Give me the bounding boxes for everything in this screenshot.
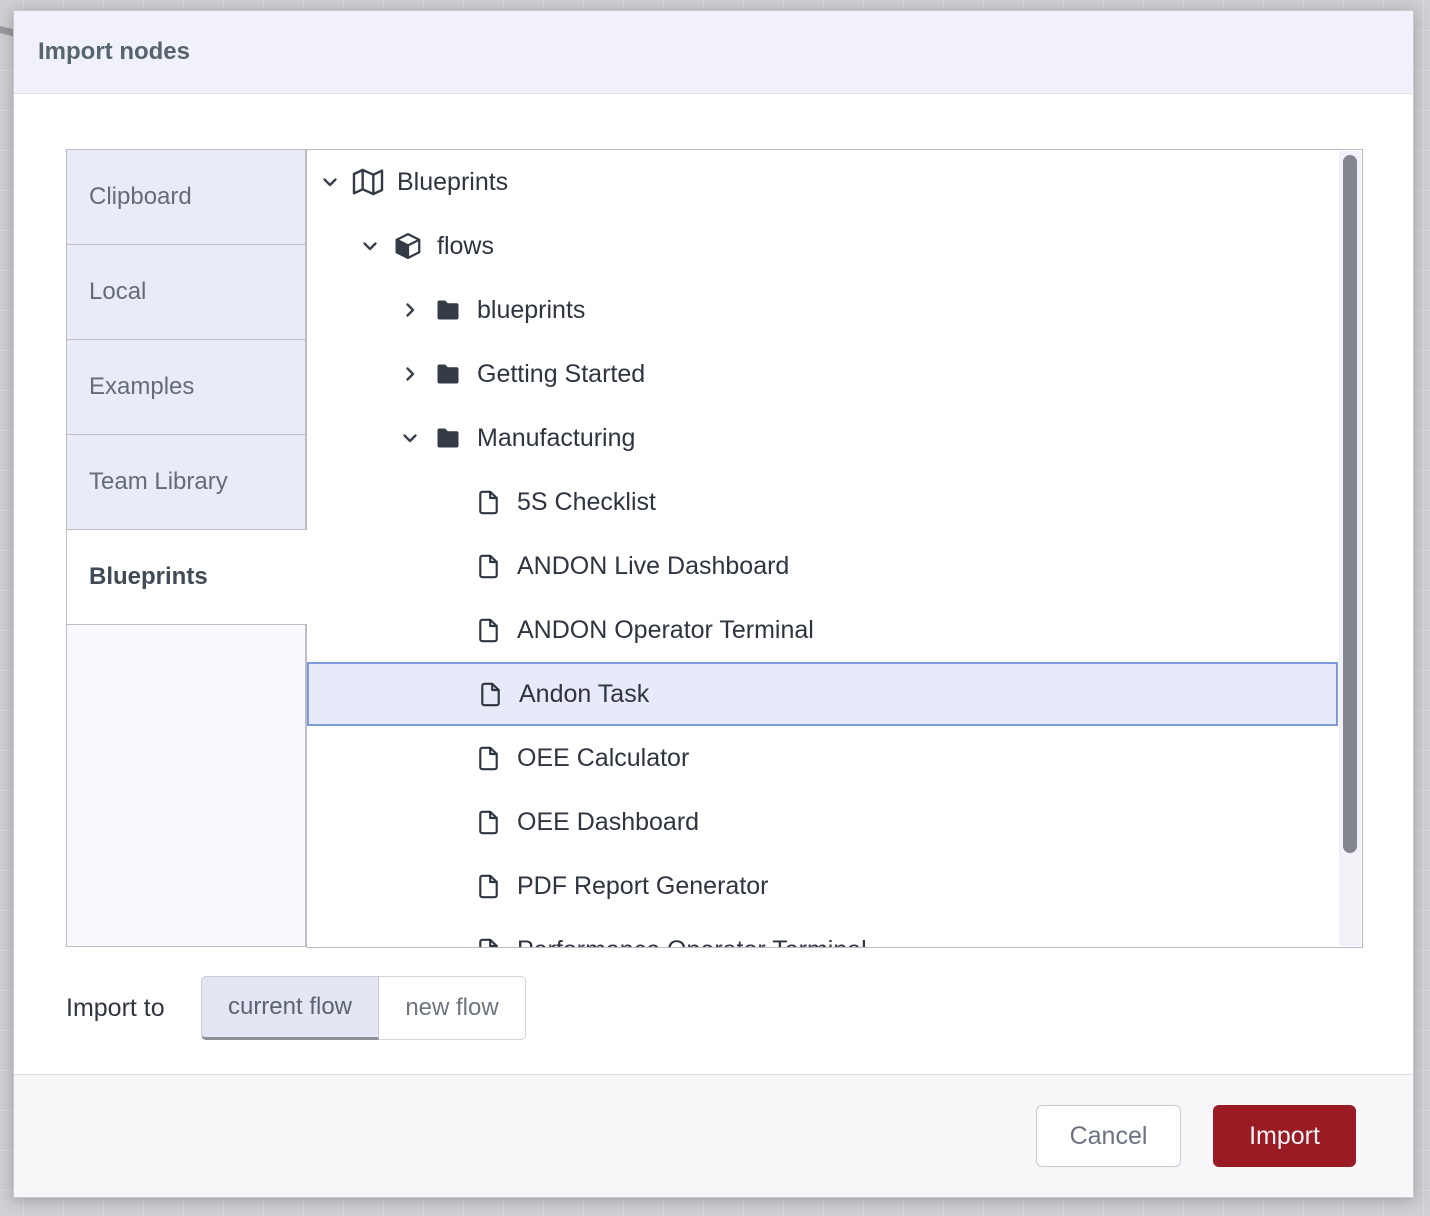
tree-row-blueprints[interactable]: Blueprints: [307, 150, 1338, 214]
chevron-spacer: [437, 489, 463, 515]
folder-icon: [431, 358, 465, 390]
tree-item-label: OEE Calculator: [517, 744, 689, 773]
tree-row-oee-calculator[interactable]: OEE Calculator: [307, 726, 1338, 790]
tree-row-getting-started[interactable]: Getting Started: [307, 342, 1338, 406]
package-icon: [391, 230, 425, 262]
sidebar-item-team-library[interactable]: Team Library: [66, 434, 306, 530]
import-nodes-dialog: Import nodes Clipboard Local Examples Team …: [13, 10, 1414, 1198]
tree-item-label: ANDON Operator Terminal: [517, 616, 814, 645]
file-icon: [473, 678, 507, 710]
toggle-new-flow[interactable]: new flow: [379, 976, 526, 1040]
tree-row-manufacturing[interactable]: Manufacturing: [307, 406, 1338, 470]
import-button[interactable]: Import: [1213, 1105, 1356, 1167]
tree-row-flows[interactable]: flows: [307, 214, 1338, 278]
sidebar-item-clipboard[interactable]: Clipboard: [66, 149, 306, 245]
import-to-label: Import to: [66, 994, 165, 1023]
file-icon: [471, 806, 505, 838]
folder-icon: [431, 294, 465, 326]
chevron-right-icon[interactable]: [397, 297, 423, 323]
chevron-down-icon[interactable]: [397, 425, 423, 451]
tree-item-label: ANDON Live Dashboard: [517, 552, 789, 581]
import-to-toggle-group: current flow new flow: [201, 976, 526, 1040]
tree-row-andon-task[interactable]: Andon Task: [307, 662, 1338, 726]
file-icon: [471, 742, 505, 774]
tree-row-andon-live-dashboard[interactable]: ANDON Live Dashboard: [307, 534, 1338, 598]
tree-row-andon-operator-terminal[interactable]: ANDON Operator Terminal: [307, 598, 1338, 662]
toggle-label: new flow: [405, 994, 498, 1022]
sidebar-item-label: Blueprints: [89, 563, 208, 591]
library-type-tabs: Clipboard Local Examples Team Library Bluepr…: [66, 149, 306, 947]
folder-icon: [431, 422, 465, 454]
toggle-current-flow[interactable]: current flow: [201, 976, 379, 1040]
scrollbar-thumb[interactable]: [1343, 155, 1357, 853]
tree-item-label: Blueprints: [397, 168, 508, 197]
map-icon: [351, 166, 385, 198]
chevron-spacer: [437, 745, 463, 771]
sidebar-filler: [66, 624, 306, 947]
tree-item-label: OEE Dashboard: [517, 808, 699, 837]
tree-item-label: Getting Started: [477, 360, 645, 389]
toggle-label: current flow: [228, 993, 352, 1021]
file-icon: [471, 614, 505, 646]
sidebar-item-label: Examples: [89, 373, 194, 401]
file-icon: [471, 550, 505, 582]
tree-item-label: blueprints: [477, 296, 585, 325]
scrollbar-track[interactable]: [1339, 151, 1361, 946]
sidebar-item-examples[interactable]: Examples: [66, 339, 306, 435]
chevron-spacer: [437, 937, 463, 948]
tree-row-5s-checklist[interactable]: 5S Checklist: [307, 470, 1338, 534]
tree-item-label: Manufacturing: [477, 424, 635, 453]
library-tree-panel: Blueprints flows blueprints Getting Started…: [306, 149, 1363, 948]
sidebar-item-label: Team Library: [89, 468, 228, 496]
dialog-title: Import nodes: [38, 38, 190, 66]
sidebar-item-blueprints[interactable]: Blueprints: [66, 529, 307, 625]
chevron-down-icon[interactable]: [317, 169, 343, 195]
tree-rows: Blueprints flows blueprints Getting Started…: [307, 150, 1362, 948]
chevron-spacer: [437, 617, 463, 643]
chevron-right-icon[interactable]: [397, 361, 423, 387]
chevron-spacer: [437, 809, 463, 835]
tree-item-label: Performance Operator Terminal: [517, 936, 867, 949]
file-icon: [471, 486, 505, 518]
sidebar-item-label: Clipboard: [89, 183, 192, 211]
tree-item-label: Andon Task: [519, 680, 649, 709]
tree-row-pdf-report-generator[interactable]: PDF Report Generator: [307, 854, 1338, 918]
chevron-spacer: [439, 681, 465, 707]
tree-item-label: flows: [437, 232, 494, 261]
sidebar-item-local[interactable]: Local: [66, 244, 306, 340]
file-icon: [471, 934, 505, 948]
sidebar-item-label: Local: [89, 278, 146, 306]
dialog-footer: Cancel Import: [14, 1074, 1413, 1197]
tree-row-blueprints[interactable]: blueprints: [307, 278, 1338, 342]
cancel-button[interactable]: Cancel: [1036, 1105, 1181, 1167]
tree-row-performance-operator-terminal[interactable]: Performance Operator Terminal: [307, 918, 1338, 948]
tree-row-oee-dashboard[interactable]: OEE Dashboard: [307, 790, 1338, 854]
chevron-spacer: [437, 553, 463, 579]
chevron-spacer: [437, 873, 463, 899]
dialog-header: Import nodes: [14, 11, 1413, 94]
file-icon: [471, 870, 505, 902]
tree-item-label: PDF Report Generator: [517, 872, 769, 901]
tree-item-label: 5S Checklist: [517, 488, 656, 517]
chevron-down-icon[interactable]: [357, 233, 383, 259]
